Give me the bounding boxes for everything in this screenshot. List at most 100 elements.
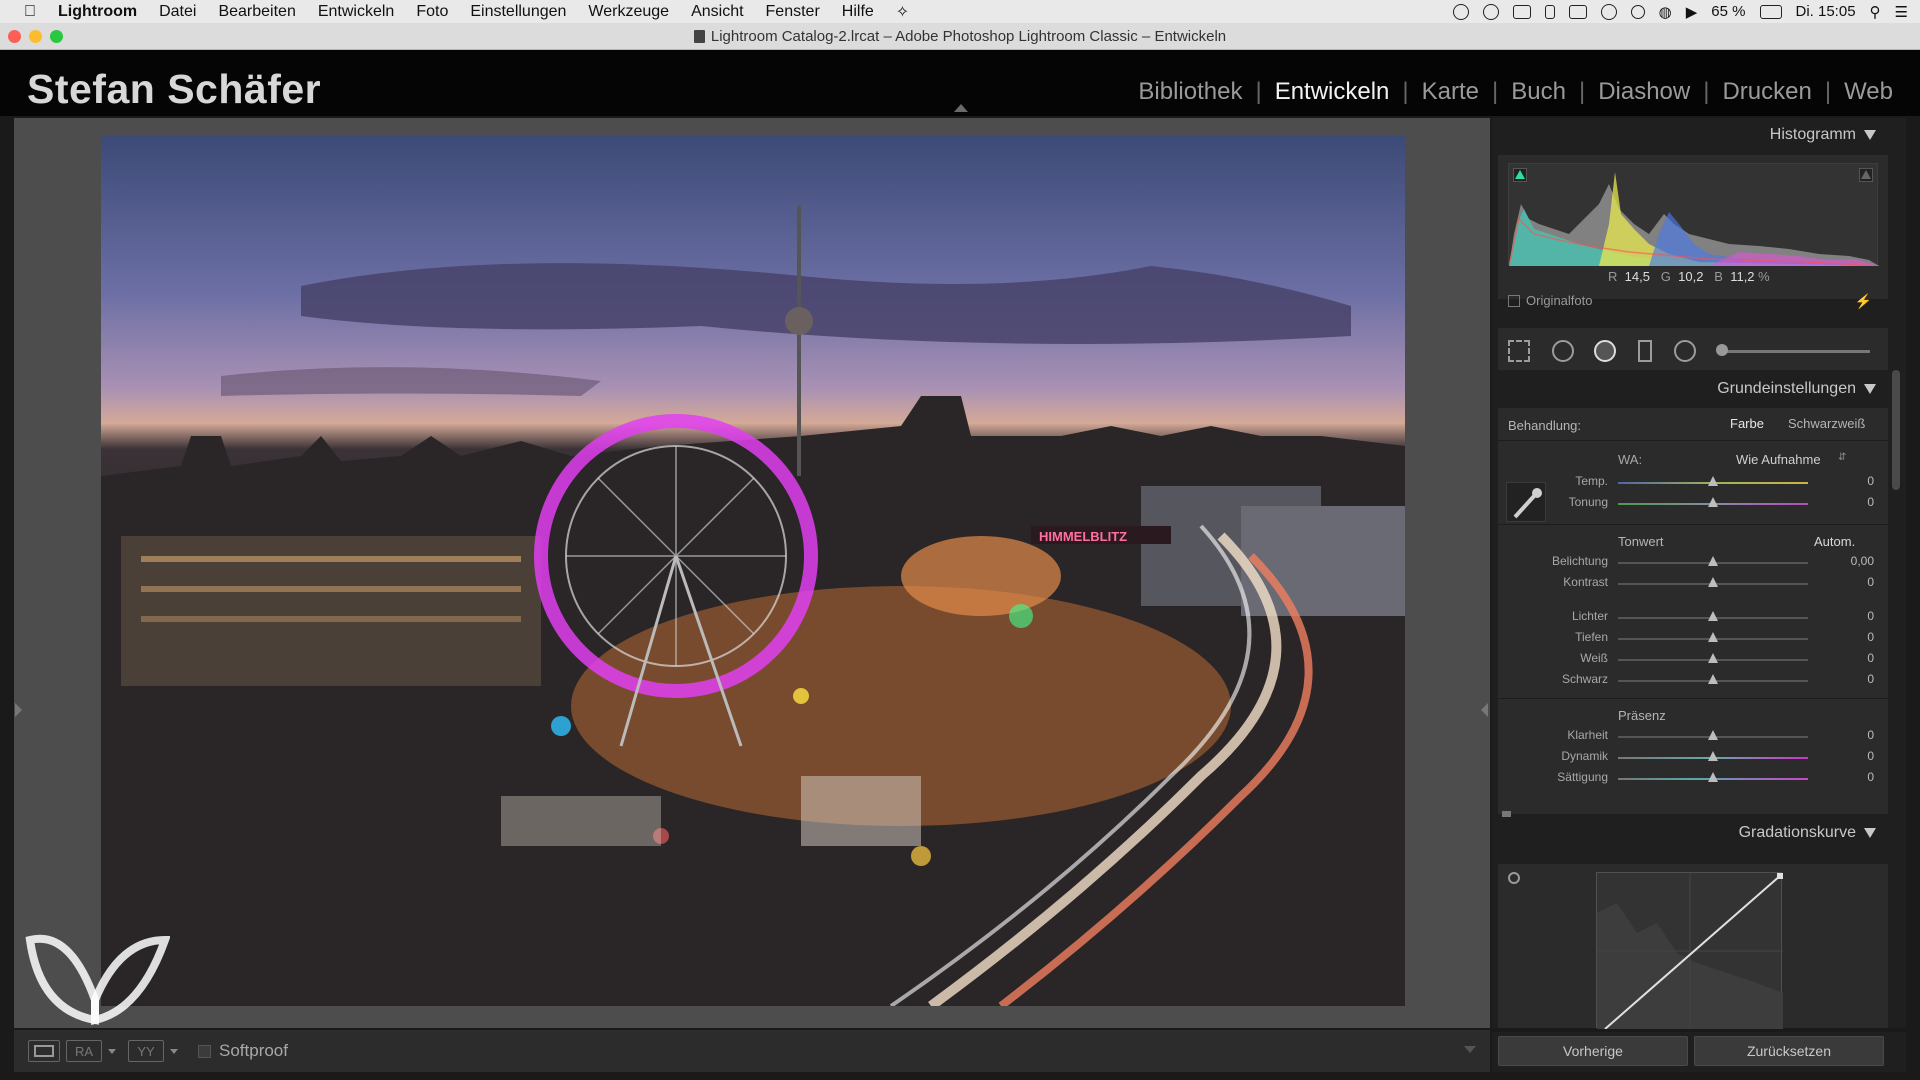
vibrance-slider-thumb[interactable] xyxy=(1708,751,1718,761)
apple-icon[interactable]:  xyxy=(20,2,40,22)
right-panel-toggle-icon[interactable] xyxy=(1481,703,1488,717)
before-after-button[interactable]: RA xyxy=(66,1040,102,1062)
module-karte[interactable]: Karte xyxy=(1409,78,1492,106)
contrast-slider-thumb[interactable] xyxy=(1708,577,1718,587)
whites-slider-thumb[interactable] xyxy=(1708,653,1718,663)
photo-preview[interactable]: HIMMELBLITZ xyxy=(101,136,1405,1006)
module-web[interactable]: Web xyxy=(1831,78,1906,106)
menu-hilfe[interactable]: Hilfe xyxy=(842,3,874,21)
creative-cloud-icon[interactable] xyxy=(1452,3,1469,20)
close-window-button[interactable] xyxy=(8,30,21,43)
blacks-slider[interactable] xyxy=(1618,674,1808,684)
before-after-swap-button[interactable]: YY xyxy=(128,1040,164,1062)
original-photo-checkbox[interactable] xyxy=(1508,294,1520,307)
minimize-window-button[interactable] xyxy=(29,30,42,43)
vibrance-value[interactable]: 0 xyxy=(1867,749,1874,763)
bookmark-icon[interactable] xyxy=(1544,4,1555,19)
menu-werkzeuge[interactable]: Werkzeuge xyxy=(588,3,669,21)
basic-header[interactable]: Grundeinstellungen xyxy=(1498,374,1888,404)
contrast-value[interactable]: 0 xyxy=(1867,575,1874,589)
wb-dropdown-arrow-icon[interactable]: ⇵ xyxy=(1838,452,1846,463)
spot-removal-tool-icon[interactable] xyxy=(1552,340,1574,362)
radial-filter-tool-icon[interactable] xyxy=(1674,340,1696,362)
record-icon[interactable] xyxy=(1482,3,1499,20)
shadows-slider-thumb[interactable] xyxy=(1708,632,1718,642)
saturation-value[interactable]: 0 xyxy=(1867,770,1874,784)
graduated-filter-tool-icon[interactable] xyxy=(1638,340,1652,362)
clarity-slider-thumb[interactable] xyxy=(1708,730,1718,740)
left-panel-toggle-icon[interactable] xyxy=(15,703,22,717)
blacks-slider-thumb[interactable] xyxy=(1708,674,1718,684)
exposure-slider[interactable] xyxy=(1618,556,1808,566)
saturation-slider[interactable] xyxy=(1618,772,1808,782)
previous-settings-button[interactable]: Vorherige xyxy=(1498,1036,1688,1066)
menu-app[interactable]: Lightroom xyxy=(58,3,137,21)
module-drucken[interactable]: Drucken xyxy=(1709,78,1824,106)
contrast-slider[interactable] xyxy=(1618,577,1808,587)
tint-slider-thumb[interactable] xyxy=(1708,497,1718,507)
app-badge-icon[interactable] xyxy=(1512,4,1531,19)
saturation-slider-thumb[interactable] xyxy=(1708,772,1718,782)
crop-tool-icon[interactable] xyxy=(1508,340,1530,362)
script-icon[interactable]: ✧ xyxy=(896,2,909,22)
highlights-slider-thumb[interactable] xyxy=(1708,611,1718,621)
menu-fenster[interactable]: Fenster xyxy=(766,3,820,21)
module-buch[interactable]: Buch xyxy=(1498,78,1579,106)
spotlight-icon[interactable]: ⚲ xyxy=(1870,3,1881,21)
collapse-tone-curve-icon[interactable] xyxy=(1864,828,1876,838)
module-bibliothek[interactable]: Bibliothek xyxy=(1125,78,1255,106)
right-panel-scrollbar[interactable] xyxy=(1892,370,1900,490)
shadows-slider[interactable] xyxy=(1618,632,1808,642)
time-machine-icon[interactable] xyxy=(1600,3,1617,20)
temp-slider[interactable] xyxy=(1618,476,1808,486)
wifi-icon[interactable]: ◍ xyxy=(1659,3,1672,21)
wb-dropdown[interactable]: Wie Aufnahme xyxy=(1736,452,1821,467)
clock[interactable]: Di. 15:05 xyxy=(1796,3,1856,20)
treatment-color-option[interactable]: Farbe xyxy=(1730,416,1764,431)
highlights-slider[interactable] xyxy=(1618,611,1808,621)
histogram-graph[interactable] xyxy=(1508,163,1880,267)
clarity-value[interactable]: 0 xyxy=(1867,728,1874,742)
blacks-value[interactable]: 0 xyxy=(1867,672,1874,686)
menu-datei[interactable]: Datei xyxy=(159,3,196,21)
whites-value[interactable]: 0 xyxy=(1867,651,1874,665)
collapse-basic-icon[interactable] xyxy=(1864,384,1876,394)
identity-plate[interactable]: Stefan Schäfer xyxy=(27,66,321,113)
menu-bearbeiten[interactable]: Bearbeiten xyxy=(218,3,295,21)
volume-icon[interactable]: ▶ xyxy=(1686,3,1698,21)
histogram-header[interactable]: Histogramm xyxy=(1498,120,1888,150)
module-diashow[interactable]: Diashow xyxy=(1585,78,1703,106)
tint-slider[interactable] xyxy=(1618,497,1808,507)
highlights-value[interactable]: 0 xyxy=(1867,609,1874,623)
temp-slider-thumb[interactable] xyxy=(1708,476,1718,486)
toolbar-menu-icon[interactable] xyxy=(1464,1046,1476,1053)
vibrance-slider[interactable] xyxy=(1618,751,1808,761)
softproof-checkbox[interactable] xyxy=(198,1044,211,1058)
highlight-clipping-toggle[interactable] xyxy=(1859,168,1873,182)
exposure-slider-thumb[interactable] xyxy=(1708,556,1718,566)
smart-preview-bolt-icon[interactable]: ⚡ xyxy=(1855,293,1872,310)
menu-entwickeln[interactable]: Entwickeln xyxy=(318,3,394,21)
airplay-icon[interactable] xyxy=(1568,4,1587,19)
tint-value[interactable]: 0 xyxy=(1867,495,1874,509)
original-photo-toggle[interactable]: Originalfoto xyxy=(1508,293,1592,308)
temp-value[interactable]: 0 xyxy=(1867,474,1874,488)
tone-curve-graph[interactable] xyxy=(1596,872,1783,1030)
targeted-adjustment-icon[interactable] xyxy=(1508,872,1520,884)
menu-einstellungen[interactable]: Einstellungen xyxy=(470,3,566,21)
notification-center-icon[interactable]: ☰ xyxy=(1895,3,1908,21)
whites-slider[interactable] xyxy=(1618,653,1808,663)
clarity-slider[interactable] xyxy=(1618,730,1808,740)
reset-button[interactable]: Zurücksetzen xyxy=(1694,1036,1884,1066)
loupe-view-button[interactable] xyxy=(28,1040,60,1062)
auto-tone-button[interactable]: Autom. xyxy=(1814,534,1855,549)
adjustment-brush-slider[interactable] xyxy=(1720,350,1870,353)
battery-icon[interactable] xyxy=(1759,4,1782,19)
menu-foto[interactable]: Foto xyxy=(416,3,448,21)
swap-dropdown-icon[interactable] xyxy=(170,1048,178,1054)
treatment-bw-option[interactable]: Schwarzweiß xyxy=(1788,416,1865,431)
adjustment-brush-icon[interactable] xyxy=(1716,344,1728,356)
collapse-top-panel-icon[interactable] xyxy=(954,104,968,112)
exposure-value[interactable]: 0,00 xyxy=(1851,554,1874,568)
collapse-histogram-icon[interactable] xyxy=(1864,130,1876,140)
